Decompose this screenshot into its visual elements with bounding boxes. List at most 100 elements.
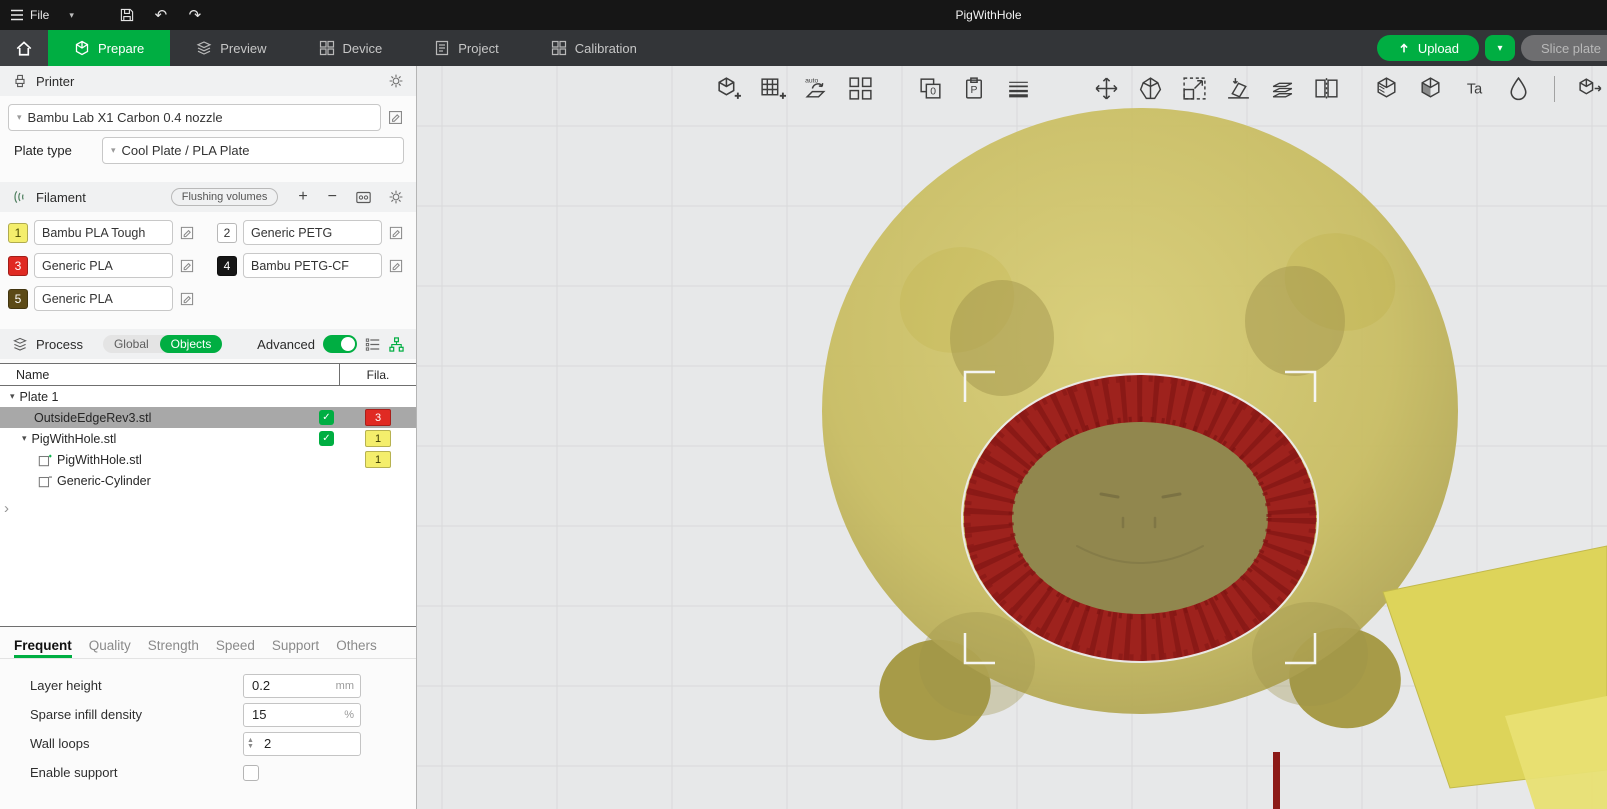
chevron-down-icon[interactable]: ▾ bbox=[10, 391, 15, 402]
sparse-infill-input[interactable] bbox=[243, 703, 361, 727]
layers-icon bbox=[1005, 75, 1032, 102]
process-section-header: Process Global Objects Advanced bbox=[0, 329, 416, 359]
flushing-volumes-button[interactable]: Flushing volumes bbox=[171, 188, 279, 206]
save-button[interactable] bbox=[110, 0, 144, 30]
split-button[interactable] bbox=[1308, 70, 1345, 107]
upload-button[interactable]: Upload bbox=[1377, 35, 1479, 61]
lay-flat-button[interactable] bbox=[1220, 70, 1257, 107]
stepper-down-icon[interactable]: ▼ bbox=[247, 744, 254, 750]
undo-button[interactable]: ↶ bbox=[144, 0, 178, 30]
filament-3-select[interactable]: Generic PLA bbox=[34, 253, 173, 278]
scale-button[interactable] bbox=[1176, 70, 1213, 107]
svg-text:0: 0 bbox=[930, 87, 936, 98]
tab-project-label: Project bbox=[458, 41, 498, 56]
add-object-button[interactable] bbox=[710, 70, 747, 107]
tab-preview[interactable]: Preview bbox=[170, 30, 292, 66]
tree-row-outsideedgerev3[interactable]: OutsideEdgeRev3.stl ✓ 3 bbox=[0, 407, 416, 428]
tab-prepare[interactable]: Prepare bbox=[48, 30, 170, 66]
project-icon bbox=[434, 40, 450, 56]
tree-row-generic-cylinder[interactable]: Generic-Cylinder bbox=[0, 470, 416, 491]
tree-row-label: OutsideEdgeRev3.stl bbox=[34, 411, 151, 425]
process-tree-icon[interactable] bbox=[389, 337, 404, 352]
wall-loops-input[interactable] bbox=[243, 732, 361, 756]
redo-button[interactable]: ↷ bbox=[178, 0, 212, 30]
tree-row-pigwithhole[interactable]: ▾ PigWithHole.stl ✓ 1 bbox=[0, 428, 416, 449]
file-menu[interactable]: File ▾ bbox=[0, 0, 84, 30]
visibility-checkbox[interactable]: ✓ bbox=[319, 431, 334, 446]
tab-strength[interactable]: Strength bbox=[148, 638, 199, 658]
segment-objects[interactable]: Objects bbox=[160, 335, 223, 353]
filament-2-select[interactable]: Generic PETG bbox=[243, 220, 382, 245]
color-fill-button[interactable] bbox=[1412, 70, 1449, 107]
filament-4-badge[interactable]: 4 bbox=[217, 256, 237, 276]
edit-icon bbox=[179, 291, 195, 307]
upload-dropdown-button[interactable]: ▾ bbox=[1485, 35, 1515, 61]
chevron-down-icon[interactable]: ▾ bbox=[22, 433, 27, 444]
filament-spool-icon bbox=[12, 189, 28, 205]
paste-button[interactable]: P bbox=[956, 70, 993, 107]
arrange-button[interactable] bbox=[842, 70, 879, 107]
filament-2-badge[interactable]: 2 bbox=[217, 223, 237, 243]
layers-button[interactable] bbox=[1000, 70, 1037, 107]
edit-printer-button[interactable] bbox=[387, 109, 404, 126]
tab-frequent[interactable]: Frequent bbox=[14, 638, 72, 658]
filament-3-badge[interactable]: 3 bbox=[8, 256, 28, 276]
ams-icon[interactable] bbox=[355, 190, 372, 205]
printer-select[interactable]: ▾ Bambu Lab X1 Carbon 0.4 nozzle bbox=[8, 104, 381, 131]
pig-model[interactable] bbox=[822, 108, 1458, 751]
sidebar-collapse-handle[interactable]: › bbox=[4, 500, 9, 517]
tab-quality[interactable]: Quality bbox=[89, 638, 131, 658]
filament-5-badge[interactable]: 5 bbox=[8, 289, 28, 309]
viewport-3d[interactable]: auto 0 P bbox=[417, 66, 1607, 809]
remove-filament-button[interactable]: − bbox=[328, 189, 337, 205]
filament-5-select[interactable]: Generic PLA bbox=[34, 286, 173, 311]
edit-filament-3-button[interactable] bbox=[179, 258, 195, 274]
text-tool-button[interactable]: Ta bbox=[1456, 70, 1493, 107]
filament-1-select[interactable]: Bambu PLA Tough bbox=[34, 220, 173, 245]
param-list-icon[interactable] bbox=[365, 337, 381, 352]
edit-filament-5-button[interactable] bbox=[179, 291, 195, 307]
tree-row-pigwithhole-part[interactable]: PigWithHole.stl 1 bbox=[0, 449, 416, 470]
auto-orient-button[interactable]: auto bbox=[798, 70, 835, 107]
color-paint-icon bbox=[1505, 75, 1532, 102]
tab-calibration[interactable]: Calibration bbox=[525, 30, 663, 66]
add-filament-button[interactable]: + bbox=[298, 189, 307, 205]
tree-row-plate-1[interactable]: ▾ Plate 1 bbox=[0, 386, 416, 407]
tab-prepare-label: Prepare bbox=[98, 41, 144, 56]
printer-settings-gear-icon[interactable] bbox=[388, 73, 404, 89]
plate-type-value: Cool Plate / PLA Plate bbox=[122, 143, 250, 158]
filament-assignment-badge[interactable]: 1 bbox=[365, 451, 391, 468]
advanced-toggle[interactable] bbox=[323, 335, 357, 353]
tab-device[interactable]: Device bbox=[293, 30, 409, 66]
plate-type-select[interactable]: ▾ Cool Plate / PLA Plate bbox=[102, 137, 404, 164]
filament-assignment-badge[interactable]: 3 bbox=[365, 409, 391, 426]
filament-1-badge[interactable]: 1 bbox=[8, 223, 28, 243]
edit-filament-4-button[interactable] bbox=[388, 258, 404, 274]
home-button[interactable] bbox=[0, 30, 48, 66]
tab-support[interactable]: Support bbox=[272, 638, 319, 658]
assembly-button[interactable] bbox=[1572, 70, 1607, 107]
file-menu-label: File bbox=[30, 8, 49, 22]
layer-height-input[interactable] bbox=[243, 674, 361, 698]
support-paint-button[interactable] bbox=[1368, 70, 1405, 107]
edit-filament-2-button[interactable] bbox=[388, 225, 404, 241]
filament-4-select[interactable]: Bambu PETG-CF bbox=[243, 253, 382, 278]
visibility-checkbox[interactable]: ✓ bbox=[319, 410, 334, 425]
filament-settings-gear-icon[interactable] bbox=[388, 189, 404, 205]
move-button[interactable] bbox=[1088, 70, 1125, 107]
segment-global[interactable]: Global bbox=[103, 335, 160, 353]
tab-others[interactable]: Others bbox=[336, 638, 377, 658]
yellow-slab-object[interactable] bbox=[1383, 546, 1607, 809]
tab-project[interactable]: Project bbox=[408, 30, 524, 66]
enable-support-checkbox[interactable] bbox=[243, 765, 259, 781]
add-plate-button[interactable] bbox=[754, 70, 791, 107]
tab-speed[interactable]: Speed bbox=[216, 638, 255, 658]
edit-filament-1-button[interactable] bbox=[179, 225, 195, 241]
slice-plate-button[interactable]: Slice plate bbox=[1521, 35, 1607, 61]
color-paint-button[interactable] bbox=[1500, 70, 1537, 107]
variable-layer-button[interactable] bbox=[1264, 70, 1301, 107]
support-paint-icon bbox=[1373, 75, 1400, 102]
filament-assignment-badge[interactable]: 1 bbox=[365, 430, 391, 447]
copy-button[interactable]: 0 bbox=[912, 70, 949, 107]
rotate-button[interactable] bbox=[1132, 70, 1169, 107]
